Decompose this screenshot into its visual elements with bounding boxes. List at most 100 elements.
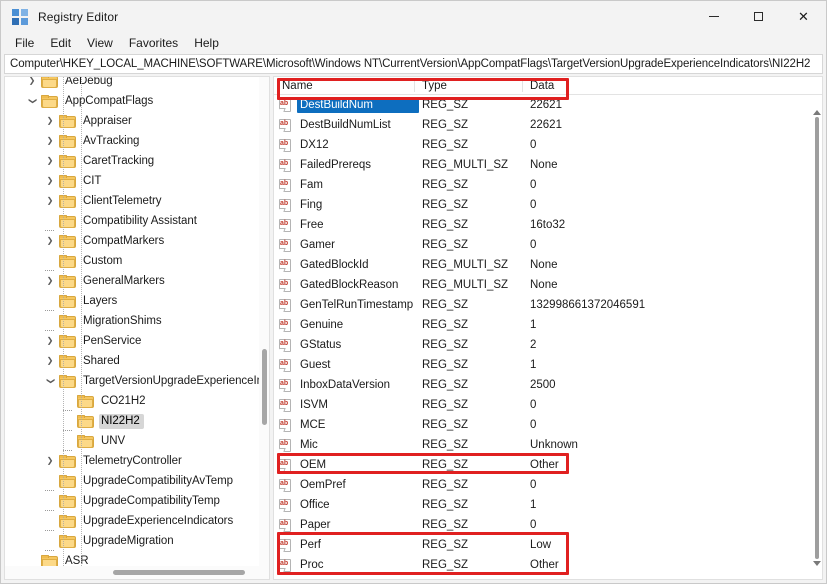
tree-horizontal-scrollbar[interactable] — [5, 566, 269, 579]
tree-vertical-scroll-thumb[interactable] — [262, 349, 267, 425]
tree-item-cit[interactable]: CIT — [5, 171, 259, 191]
chevron-right-icon[interactable] — [41, 157, 59, 165]
menu-view[interactable]: View — [79, 34, 121, 52]
minimize-button[interactable] — [691, 1, 736, 32]
chevron-right-icon[interactable] — [41, 357, 59, 365]
title-bar: Registry Editor ✕ — [1, 1, 826, 32]
chevron-down-icon[interactable] — [41, 377, 59, 385]
tree-item-upgrademigration[interactable]: UpgradeMigration — [5, 531, 259, 551]
table-row[interactable]: ab GatedBlockReason REG_MULTI_SZ None — [274, 275, 822, 295]
value-data: Other — [530, 459, 559, 471]
address-bar[interactable]: Computer\HKEY_LOCAL_MACHINE\SOFTWARE\Mic… — [4, 54, 823, 74]
column-header-name[interactable]: Name — [274, 77, 414, 95]
value-name-cell: ab DX12 — [274, 138, 414, 153]
value-data: Unknown — [530, 439, 578, 451]
tree-item-generalmarkers[interactable]: GeneralMarkers — [5, 271, 259, 291]
menu-favorites[interactable]: Favorites — [121, 34, 186, 52]
table-row[interactable]: ab GenTelRunTimestamp REG_SZ 13299866137204… — [274, 295, 822, 315]
chevron-right-icon[interactable] — [23, 77, 41, 85]
tree-item-appcompatflags[interactable]: AppCompatFlags — [5, 91, 259, 111]
table-row[interactable]: ab Gamer REG_SZ 0 — [274, 235, 822, 255]
chevron-right-icon[interactable] — [41, 457, 59, 465]
chevron-right-icon[interactable] — [41, 177, 59, 185]
menu-file[interactable]: File — [7, 34, 42, 52]
maximize-button[interactable] — [736, 1, 781, 32]
table-row[interactable]: abRedReasonREG_MULTI_SZNone — [274, 575, 822, 579]
table-row[interactable]: ab Paper REG_SZ 0 — [274, 515, 822, 535]
tree-item-carettracking[interactable]: CaretTracking — [5, 151, 259, 171]
table-row[interactable]: ab InboxDataVersion REG_SZ 2500 — [274, 375, 822, 395]
tree-item-layers[interactable]: Layers — [5, 291, 259, 311]
tree-item-migrationshims[interactable]: MigrationShims — [5, 311, 259, 331]
chevron-down-icon[interactable] — [23, 97, 41, 105]
chevron-right-icon[interactable] — [41, 117, 59, 125]
table-row[interactable]: ab DX12 REG_SZ 0 — [274, 135, 822, 155]
tree-item-compatmarkers[interactable]: CompatMarkers — [5, 231, 259, 251]
table-row[interactable]: ab OemPref REG_SZ 0 — [274, 475, 822, 495]
tree-item-shared[interactable]: Shared — [5, 351, 259, 371]
folder-icon — [59, 294, 76, 308]
folder-icon — [77, 434, 94, 448]
value-data: 1 — [530, 499, 537, 511]
table-row[interactable]: ab MCE REG_SZ 0 — [274, 415, 822, 435]
chevron-right-icon[interactable] — [41, 337, 59, 345]
close-button[interactable]: ✕ — [781, 1, 826, 32]
tree-item-appraiser[interactable]: Appraiser — [5, 111, 259, 131]
tree-item-co21h2[interactable]: CO21H2 — [5, 391, 259, 411]
value-name-cell: ab Proc — [274, 558, 414, 573]
chevron-right-icon[interactable] — [41, 277, 59, 285]
table-row[interactable]: ab Genuine REG_SZ 1 — [274, 315, 822, 335]
table-row[interactable]: ab DestBuildNumList REG_SZ 22621 — [274, 115, 822, 135]
value-data: Low — [530, 539, 552, 551]
column-header-data[interactable]: Data — [522, 77, 822, 95]
tree-item-asr[interactable]: ASR — [5, 551, 259, 566]
folder-icon — [77, 414, 94, 428]
chevron-right-icon[interactable] — [41, 137, 59, 145]
tree-horizontal-scroll-thumb[interactable] — [113, 570, 245, 575]
tree-item-targetversionupgradeexperienceindi[interactable]: TargetVersionUpgradeExperienceIndi — [5, 371, 259, 391]
menu-help[interactable]: Help — [186, 34, 227, 52]
value-data: None — [530, 159, 558, 171]
tree-item-avtracking[interactable]: AvTracking — [5, 131, 259, 151]
folder-icon — [59, 234, 76, 248]
chevron-right-icon[interactable] — [41, 237, 59, 245]
tree-item-upgradecompatibilityavtemp[interactable]: UpgradeCompatibilityAvTemp — [5, 471, 259, 491]
tree-item-label: Appraiser — [83, 114, 132, 127]
menu-edit[interactable]: Edit — [42, 34, 79, 52]
tree-item-compatibility-assistant[interactable]: Compatibility Assistant — [5, 211, 259, 231]
tree-item-upgradeexperienceindicators[interactable]: UpgradeExperienceIndicators — [5, 511, 259, 531]
tree-vertical-scrollbar[interactable] — [259, 77, 269, 566]
value-data: 0 — [530, 479, 537, 491]
table-row[interactable]: ab Proc REG_SZ Other — [274, 555, 822, 575]
value-type: REG_MULTI_SZ — [422, 259, 509, 271]
chevron-right-icon[interactable] — [41, 197, 59, 205]
table-row[interactable]: ab GatedBlockId REG_MULTI_SZ None — [274, 255, 822, 275]
tree-item-label: GeneralMarkers — [83, 274, 165, 287]
table-row[interactable]: ab Office REG_SZ 1 — [274, 495, 822, 515]
tree-item-unv[interactable]: UNV — [5, 431, 259, 451]
list-vertical-scrollbar[interactable] — [811, 95, 822, 579]
tree-item-upgradecompatibilitytemp[interactable]: UpgradeCompatibilityTemp — [5, 491, 259, 511]
value-data: 22621 — [530, 99, 562, 111]
tree-item-ni22h2[interactable]: NI22H2 — [5, 411, 259, 431]
table-row[interactable]: ab FailedPrereqs REG_MULTI_SZ None — [274, 155, 822, 175]
table-row[interactable]: ab Fing REG_SZ 0 — [274, 195, 822, 215]
table-row[interactable]: ab ISVM REG_SZ 0 — [274, 395, 822, 415]
tree-item-penservice[interactable]: PenService — [5, 331, 259, 351]
table-row[interactable]: ab GStatus REG_SZ 2 — [274, 335, 822, 355]
table-row[interactable]: ab DestBuildNum REG_SZ 22621 — [274, 95, 822, 115]
table-row[interactable]: ab Perf REG_SZ Low — [274, 535, 822, 555]
tree-item-label: AppCompatFlags — [65, 94, 154, 107]
tree-item-clienttelemetry[interactable]: ClientTelemetry — [5, 191, 259, 211]
table-row[interactable]: ab Free REG_SZ 16to32 — [274, 215, 822, 235]
table-row[interactable]: ab Mic REG_SZ Unknown — [274, 435, 822, 455]
tree-item-aedebug[interactable]: AeDebug — [5, 77, 259, 91]
list-vertical-scroll-thumb[interactable] — [813, 110, 821, 566]
tree-item-telemetrycontroller[interactable]: TelemetryController — [5, 451, 259, 471]
column-header-type[interactable]: Type — [414, 77, 522, 95]
table-row[interactable]: ab OEM REG_SZ Other — [274, 455, 822, 475]
value-name-cell: ab Perf — [274, 538, 414, 553]
table-row[interactable]: ab Fam REG_SZ 0 — [274, 175, 822, 195]
tree-item-custom[interactable]: Custom — [5, 251, 259, 271]
table-row[interactable]: ab Guest REG_SZ 1 — [274, 355, 822, 375]
